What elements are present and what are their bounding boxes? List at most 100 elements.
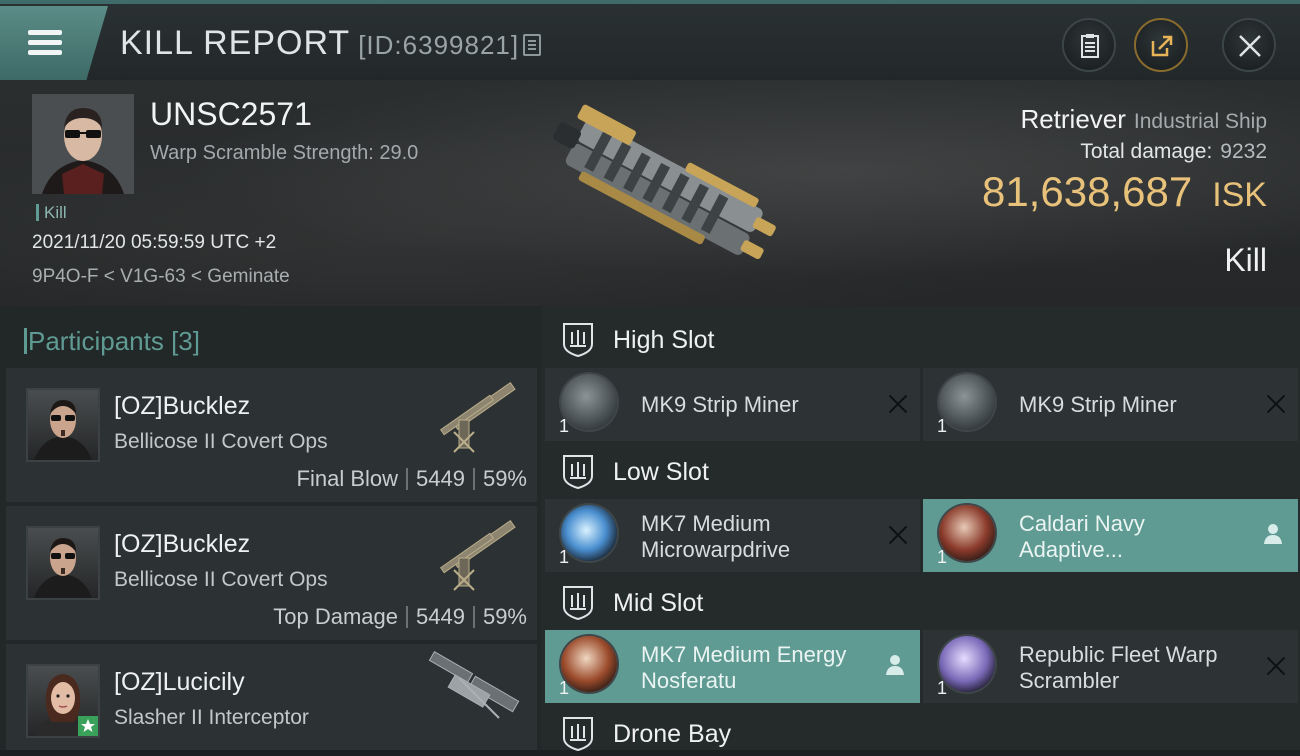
participant-card[interactable]: [OZ]Bucklez Bellicose II Covert Ops Fina… <box>6 368 537 502</box>
share-button[interactable] <box>1134 18 1188 72</box>
low-slot-icon <box>563 455 593 490</box>
participant-stats: Final Blow 5449 59% <box>297 466 527 492</box>
isk-value: 81,638,687 ISK <box>982 168 1267 216</box>
mid-slot-icon <box>563 586 593 621</box>
drone-bay-icon <box>563 717 593 752</box>
victim-ship-image[interactable] <box>520 90 800 300</box>
fitting-item[interactable]: 1 MK7 Medium Energy Nosferatu <box>545 630 920 703</box>
participant-avatar[interactable] <box>26 526 100 600</box>
item-quantity: 1 <box>559 678 570 698</box>
participant-ship-image[interactable] <box>419 372 529 462</box>
clipboard-button[interactable] <box>1062 18 1116 72</box>
participants-header: Participants [3] <box>24 326 200 357</box>
share-icon <box>1151 35 1173 57</box>
damage-label: Total damage: <box>1080 140 1213 163</box>
participant-ship-image[interactable] <box>419 648 529 738</box>
isk-amount: 81,638,687 <box>981 168 1193 215</box>
isk-unit: ISK <box>1212 176 1267 214</box>
item-quantity: 1 <box>937 416 948 436</box>
victim-portrait[interactable] <box>32 94 134 194</box>
report-id: [ID:6399821] <box>358 30 520 60</box>
ship-class: Industrial Ship <box>1133 110 1267 133</box>
drone-bay-label: Drone Bay <box>613 720 732 748</box>
item-quantity: 1 <box>937 547 948 567</box>
participants-label: Participants <box>28 326 164 356</box>
participant-percent: 59% <box>482 466 527 491</box>
item-name-line1: Caldari Navy <box>1019 511 1145 536</box>
mid-slot-label: Mid Slot <box>613 589 704 617</box>
destroyed-x-icon <box>888 525 908 545</box>
participant-name[interactable]: [OZ]Lucicily <box>114 668 245 697</box>
warp-scramble-strength: Warp Scramble Strength: 29.0 <box>150 142 419 164</box>
kill-result: Kill <box>1224 242 1267 278</box>
participant-avatar-image <box>34 400 92 460</box>
participant-damage: 5449 <box>416 604 465 629</box>
fitting-item[interactable]: 1 Republic Fleet Warp Scrambler <box>923 630 1298 703</box>
adaptive-hardener-icon <box>939 505 995 561</box>
participant-ship: Bellicose II Covert Ops <box>114 568 328 591</box>
strip-miner-icon <box>939 374 995 430</box>
high-slot-icon <box>563 323 593 358</box>
dropped-person-icon <box>886 655 904 675</box>
fitting-item[interactable]: 1 MK9 Strip Miner <box>923 368 1298 441</box>
participant-name[interactable]: [OZ]Bucklez <box>114 392 250 421</box>
participant-card[interactable]: [OZ]Bucklez Bellicose II Covert Ops Top … <box>6 506 537 640</box>
item-name: MK9 Strip Miner <box>641 392 799 417</box>
item-name-line1: MK7 Medium <box>641 511 771 536</box>
victim-summary: UNSC2571 Warp Scramble Strength: 29.0 Ki… <box>0 80 1300 306</box>
warp-scrambler-icon <box>939 636 995 692</box>
damage-value: 9232 <box>1220 140 1267 163</box>
title-text: KILL REPORT <box>120 24 351 62</box>
victim-ship: Retriever Industrial Ship <box>1020 104 1267 135</box>
participant-stats: Top Damage 5449 59% <box>273 604 527 630</box>
pilot-portrait-image <box>32 94 134 194</box>
fitting-item[interactable]: 1 Caldari Navy Adaptive... <box>923 499 1298 572</box>
kill-location: 9P4O-F < V1G-63 < Geminate <box>32 266 290 287</box>
item-name-line2: Microwarpdrive <box>641 537 791 562</box>
item-quantity: 1 <box>559 547 570 567</box>
high-slot-label: High Slot <box>613 326 715 354</box>
dropped-person-icon <box>1264 524 1282 544</box>
fittings-panel: High Slot 1 MK9 Strip Miner 1 MK9 Strip … <box>541 306 1300 752</box>
microwarpdrive-icon <box>561 505 617 561</box>
clipboard-icon <box>1081 34 1099 58</box>
strip-miner-icon <box>561 374 617 430</box>
close-icon <box>1239 35 1261 57</box>
page-title: KILL REPORT [ID:6399821] <box>120 24 542 63</box>
destroyed-x-icon <box>888 394 908 414</box>
participant-ship: Bellicose II Covert Ops <box>114 430 328 453</box>
participant-avatar[interactable] <box>26 388 100 462</box>
participant-ship: Slasher II Interceptor <box>114 706 309 729</box>
menu-button[interactable] <box>0 6 108 80</box>
item-name-line2: Nosferatu <box>641 668 737 693</box>
item-name-line2: Adaptive... <box>1019 537 1123 562</box>
kill-datetime: 2021/11/20 05:59:59 UTC +2 <box>32 232 277 253</box>
total-damage: Total damage: 9232 <box>1080 140 1267 164</box>
participant-avatar-image <box>34 538 92 598</box>
victim-name[interactable]: UNSC2571 <box>150 96 312 133</box>
participant-role: Top Damage <box>273 604 398 629</box>
participant-name[interactable]: [OZ]Bucklez <box>114 530 250 559</box>
fitting-item[interactable]: 1 MK7 Medium Microwarpdrive <box>545 499 920 572</box>
participant-damage: 5449 <box>416 466 465 491</box>
item-quantity: 1 <box>937 678 948 698</box>
item-name-line2: Scrambler <box>1019 668 1120 693</box>
participants-count: [3] <box>171 326 200 356</box>
participants-panel: Participants [3] [OZ]Bucklez Bellicose I… <box>0 306 541 750</box>
participant-avatar[interactable] <box>26 664 100 738</box>
participant-card[interactable]: [OZ]Lucicily Slasher II Interceptor <box>6 644 537 750</box>
item-name: MK9 Strip Miner <box>1019 392 1177 417</box>
kill-tag: Kill <box>36 204 67 221</box>
nosferatu-icon <box>561 636 617 692</box>
copy-icon[interactable] <box>523 34 542 56</box>
fitting-item[interactable]: 1 MK9 Strip Miner <box>545 368 920 441</box>
participant-ship-image[interactable] <box>419 510 529 600</box>
item-quantity: 1 <box>559 416 570 436</box>
ship-name[interactable]: Retriever <box>1020 104 1125 134</box>
item-name-line1: Republic Fleet Warp <box>1019 642 1218 667</box>
close-button[interactable] <box>1222 18 1276 72</box>
top-bar: KILL REPORT [ID:6399821] <box>0 0 1300 80</box>
destroyed-x-icon <box>1266 394 1286 414</box>
item-name-line1: MK7 Medium Energy <box>641 642 847 667</box>
low-slot-label: Low Slot <box>613 458 709 486</box>
